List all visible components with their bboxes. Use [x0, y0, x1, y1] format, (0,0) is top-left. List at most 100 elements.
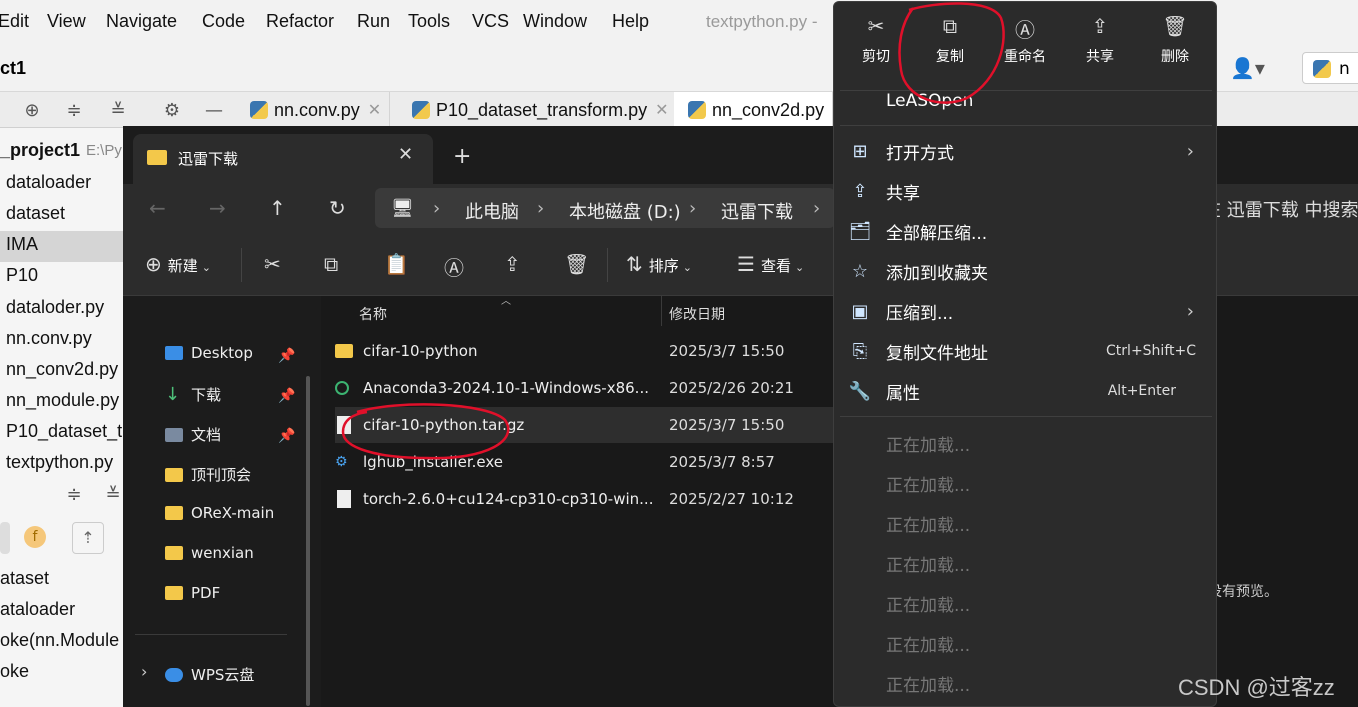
search-input[interactable]: 在 迅雷下载 中搜索 — [1203, 196, 1358, 222]
loading-item: 正在加载... — [886, 556, 971, 576]
breadcrumb-disk-d[interactable]: 本地磁盘 (D:) — [569, 198, 681, 224]
collapse-all-icon[interactable]: ≚ — [107, 100, 129, 122]
tree-item-p10[interactable]: P10 — [6, 265, 38, 286]
sidebar-item-wenxian[interactable]: wenxian — [165, 544, 254, 562]
file-row[interactable]: cifar-10-python 2025/3/7 15:50 — [335, 333, 845, 369]
tree-item-dataset[interactable]: dataset — [6, 203, 65, 224]
desktop-icon — [165, 346, 183, 360]
sidebar-item-label: WPS云盘 — [191, 666, 255, 684]
back-icon[interactable]: ← — [149, 196, 166, 220]
installer-icon — [335, 381, 349, 395]
sidebar-item-wps-cloud[interactable]: WPS云盘 — [165, 664, 254, 685]
tab-label: nn_conv2d.py — [712, 99, 825, 120]
view-button[interactable]: ☰ 查看 ⌄ — [737, 252, 804, 276]
delete-action[interactable]: 🗑 删除 — [1145, 14, 1205, 66]
compress-to-item[interactable]: ▣ 压缩到... › — [834, 291, 1216, 331]
menu-code[interactable]: Code — [202, 11, 245, 32]
sidebar-item-desktop[interactable]: Desktop — [165, 344, 253, 362]
tab-nn-conv2d[interactable]: nn_conv2d.py — [674, 92, 834, 128]
explorer-tab[interactable]: 迅雷下载 ✕ — [133, 134, 433, 184]
tree-item-nn-conv2d-py[interactable]: nn_conv2d.py — [6, 359, 118, 380]
breadcrumb-xunlei[interactable]: 迅雷下载 — [721, 198, 793, 224]
tree-item-textpython-py[interactable]: textpython.py — [6, 452, 113, 473]
new-tab-icon[interactable]: + — [453, 144, 471, 169]
locate-icon[interactable]: ⊕ — [21, 100, 43, 122]
expand-all-icon[interactable]: ≑ — [63, 100, 85, 122]
menu-view[interactable]: View — [47, 11, 86, 32]
expand-all-icon[interactable]: ≑ — [63, 484, 85, 506]
share-action[interactable]: ⇪ 共享 — [1070, 14, 1130, 66]
up-icon[interactable]: ↑ — [269, 196, 286, 220]
structure-item-dataloader[interactable]: ataloader — [0, 599, 75, 620]
column-header-name[interactable]: 名称 — [359, 304, 387, 324]
share-item[interactable]: ⇪ 共享 — [834, 171, 1216, 211]
pin-icon[interactable]: 📌 — [278, 348, 295, 364]
collapse-all-icon[interactable]: ≚ — [102, 484, 124, 506]
menu-refactor[interactable]: Refactor — [266, 11, 334, 32]
menu-run[interactable]: Run — [357, 11, 390, 32]
sidebar-item-pdf[interactable]: PDF — [165, 584, 220, 602]
tree-item-nn-conv-py[interactable]: nn.conv.py — [6, 328, 92, 349]
file-name: Anaconda3-2024.10-1-Windows-x86... — [363, 379, 649, 397]
sidebar-item-orex-main[interactable]: OReX-main — [165, 504, 274, 522]
column-header-date[interactable]: 修改日期 — [669, 304, 725, 324]
gear-icon[interactable]: ⚙ — [161, 100, 183, 122]
tab-p10-dataset-transform[interactable]: P10_dataset_transform.py ✕ — [398, 92, 678, 128]
menu-navigate[interactable]: Navigate — [106, 11, 177, 32]
star-icon: ☆ — [851, 260, 869, 282]
pin-icon[interactable]: 📌 — [278, 428, 295, 444]
copy-path-item[interactable]: ⎘ 复制文件地址 Ctrl+Shift+C — [834, 331, 1216, 371]
breadcrumb-this-pc[interactable]: 此电脑 — [465, 198, 519, 224]
sidebar-item-journals[interactable]: 顶刊顶会 — [165, 464, 251, 485]
open-with-item[interactable]: ⊞ 打开方式 › — [834, 131, 1216, 171]
address-bar[interactable]: 🖥 › 此电脑 › 本地磁盘 (D:) › 迅雷下载 › — [375, 188, 835, 228]
sidebar-item-documents[interactable]: 文档 — [165, 424, 221, 445]
tree-item-dataloader[interactable]: dataloader — [6, 172, 91, 193]
cut-icon[interactable]: ✂ — [264, 252, 281, 276]
menu-tools[interactable]: Tools — [408, 11, 450, 32]
upload-icon[interactable]: ⇡ — [72, 522, 104, 554]
tree-item-p10-dataset[interactable]: P10_dataset_tr — [6, 421, 128, 442]
menu-edit[interactable]: Edit — [0, 11, 29, 32]
trash-icon[interactable]: 🗑 — [564, 252, 589, 276]
file-row[interactable]: torch-2.6.0+cu124-cp310-cp310-win... 202… — [335, 481, 845, 517]
menu-help[interactable]: Help — [612, 11, 649, 32]
sort-button[interactable]: ⇅ 排序 ⌄ — [626, 252, 692, 276]
column-divider[interactable] — [661, 296, 662, 326]
sidebar-scrollbar[interactable] — [306, 376, 310, 706]
chevron-right-icon[interactable]: › — [141, 662, 147, 681]
extract-all-item[interactable]: 🗂 全部解压缩... — [834, 211, 1216, 251]
structure-item-module[interactable]: oke(nn.Module — [0, 630, 119, 651]
tree-item-ima[interactable]: IMA — [0, 231, 124, 262]
forward-icon[interactable]: → — [209, 196, 226, 220]
tab-nn-conv[interactable]: nn.conv.py ✕ — [236, 92, 391, 128]
user-icon[interactable]: 👤▾ — [1230, 56, 1265, 80]
tree-item-dataloder-py[interactable]: dataloder.py — [6, 297, 104, 318]
paste-icon[interactable]: 📋 — [384, 252, 409, 276]
structure-item-dataset[interactable]: ataset — [0, 568, 49, 589]
structure-button[interactable] — [0, 522, 10, 554]
properties-item[interactable]: 🔧 属性 Alt+Enter — [834, 371, 1216, 411]
function-icon[interactable]: f — [24, 526, 46, 548]
pin-icon[interactable]: 📌 — [278, 388, 295, 404]
copy-icon[interactable]: ⧉ — [324, 252, 338, 276]
new-button[interactable]: ⊕ 新建 ⌄ — [145, 252, 211, 276]
share-icon[interactable]: ⇪ — [504, 252, 521, 276]
structure-item-oke[interactable]: oke — [0, 661, 29, 682]
tree-project-path: E:\Py — [86, 142, 122, 159]
refresh-icon[interactable]: ↻ — [329, 196, 346, 220]
run-config-select[interactable]: n — [1302, 52, 1358, 84]
menu-window[interactable]: Window — [523, 11, 587, 32]
minimize-icon[interactable]: — — [203, 100, 225, 122]
close-icon[interactable]: ✕ — [368, 100, 381, 120]
add-to-favorites-item[interactable]: ☆ 添加到收藏夹 — [834, 251, 1216, 291]
rename-icon[interactable]: Ⓐ — [444, 252, 464, 281]
sidebar-item-label: Desktop — [191, 344, 253, 362]
chevron-right-icon: › — [433, 198, 441, 219]
close-icon[interactable]: ✕ — [655, 100, 668, 120]
tree-item-nn-module-py[interactable]: nn_module.py — [6, 390, 119, 411]
tree-project-root[interactable]: _project1 — [0, 140, 80, 161]
sidebar-item-downloads[interactable]: ↓ 下载 — [165, 384, 221, 405]
menu-vcs[interactable]: VCS — [472, 11, 509, 32]
close-icon[interactable]: ✕ — [398, 144, 413, 165]
